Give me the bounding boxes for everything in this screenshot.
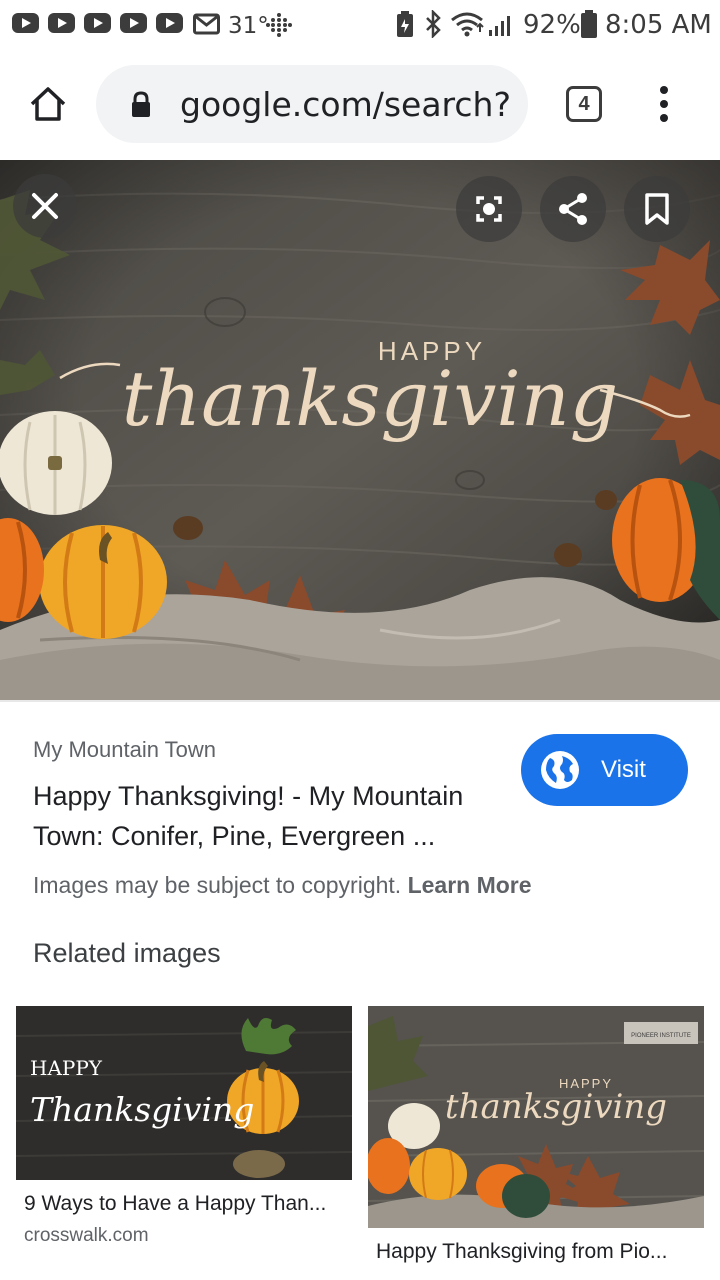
related-image-1[interactable]: HAPPY Thanksgiving — [16, 1006, 352, 1180]
youtube-icon — [156, 13, 183, 33]
related-caption-1[interactable]: 9 Ways to Have a Happy Than... — [24, 1192, 326, 1216]
lens-icon — [476, 196, 502, 222]
preview-image[interactable]: HAPPY thanksgiving — [0, 160, 720, 702]
wifi-icon — [451, 12, 484, 37]
temperature: 31° — [228, 13, 269, 39]
related-domain-1: crosswalk.com — [24, 1225, 149, 1246]
clock: 8:05 AM — [605, 10, 712, 40]
close-icon — [32, 193, 58, 219]
card2-badge-text: PIONEER INSTITUTE — [631, 1033, 691, 1039]
result-title[interactable]: Happy Thanksgiving! - My Mountain Town: … — [33, 776, 513, 856]
url-text: google.com/search?q — [180, 85, 510, 124]
browser-toolbar: google.com/search?q 4 — [0, 50, 720, 160]
battery-percent: 92% — [523, 10, 581, 40]
status-bar: 31° 92% 8:05 AM — [0, 0, 720, 50]
youtube-icon — [84, 13, 111, 33]
divider — [0, 700, 720, 702]
card1-thanksgiving-text: Thanksgiving — [30, 1090, 254, 1129]
signal-icon — [489, 16, 510, 36]
related-image-2[interactable]: PIONEER INSTITUTE HAPPY thanksgiving — [368, 1006, 704, 1228]
visit-button[interactable]: Visit — [521, 734, 688, 806]
lens-button[interactable] — [456, 176, 522, 242]
globe-icon — [541, 751, 579, 789]
copyright-notice: Images may be subject to copyright. Lear… — [33, 872, 532, 899]
bluetooth-icon — [426, 10, 441, 38]
related-images-heading: Related images — [33, 938, 221, 968]
related-caption-2[interactable]: Happy Thanksgiving from Pio... — [376, 1240, 667, 1264]
source-site[interactable]: My Mountain Town — [33, 737, 216, 763]
copyright-text: Images may be subject to copyright. — [33, 872, 402, 898]
youtube-icon — [12, 13, 39, 33]
share-icon — [559, 193, 587, 225]
lock-icon — [132, 91, 150, 117]
battery-icon — [581, 10, 597, 38]
youtube-icon — [120, 13, 147, 33]
tab-switcher-button[interactable]: 4 — [566, 86, 602, 122]
save-button[interactable] — [624, 176, 690, 242]
dots-grid-icon — [266, 13, 292, 37]
visit-label: Visit — [601, 756, 646, 783]
mail-icon — [193, 13, 220, 35]
home-icon[interactable] — [28, 84, 68, 124]
battery-saver-icon — [397, 11, 413, 37]
learn-more-link[interactable]: Learn More — [408, 872, 532, 898]
close-button[interactable] — [13, 174, 77, 238]
card1-happy-text: HAPPY — [30, 1056, 103, 1080]
youtube-icon — [48, 13, 75, 33]
hero-thanksgiving-text: thanksgiving — [122, 354, 619, 443]
share-button[interactable] — [540, 176, 606, 242]
more-menu-icon[interactable] — [650, 84, 678, 124]
address-bar[interactable]: google.com/search?q — [96, 65, 528, 143]
bookmark-icon — [645, 193, 669, 225]
card2-thanksgiving-text: thanksgiving — [445, 1087, 667, 1127]
